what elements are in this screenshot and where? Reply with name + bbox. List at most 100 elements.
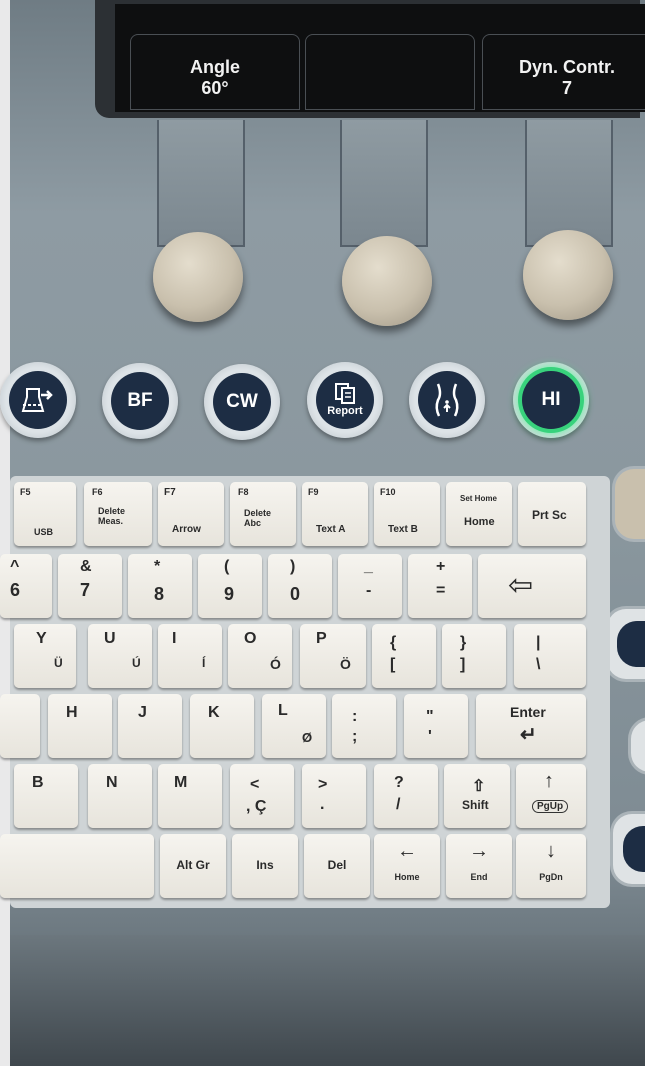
key-comma-label: , Ç xyxy=(246,798,267,815)
knob-slot-2 xyxy=(340,120,428,247)
key-slash[interactable]: ? / xyxy=(374,764,438,828)
key-f10-label: F10 xyxy=(380,487,396,497)
key-enter[interactable]: Enter ↵ xyxy=(476,694,586,758)
key-7-label: 7 xyxy=(80,580,91,600)
key-minus[interactable]: _ - xyxy=(338,554,402,618)
rotary-knob-dyn-contr[interactable] xyxy=(523,230,613,320)
key-h[interactable]: H xyxy=(48,694,112,758)
key-period-label: . xyxy=(320,796,325,813)
key-k[interactable]: K xyxy=(190,694,254,758)
key-pgdn-down[interactable]: ↓ PgDn xyxy=(516,834,586,898)
key-equals[interactable]: + = xyxy=(408,554,472,618)
trapezoid-arrow-icon xyxy=(9,371,67,429)
key-y-alt: Ü xyxy=(54,656,63,670)
key-right-bracket-label: ] xyxy=(460,656,466,673)
key-f9-text-a[interactable]: F9 Text A xyxy=(302,482,368,546)
key-f8-label: F8 xyxy=(238,487,249,497)
softkey-angle-value: 60° xyxy=(201,78,229,98)
key-b[interactable]: B xyxy=(14,764,78,828)
torso-icon xyxy=(418,371,476,429)
key-end-right[interactable]: → End xyxy=(446,834,512,898)
key-m[interactable]: M xyxy=(158,764,222,828)
key-shift[interactable]: ⇧ Shift xyxy=(444,764,510,828)
key-space[interactable] xyxy=(0,834,154,898)
key-semicolon[interactable]: : ; xyxy=(332,694,396,758)
key-p-label: P xyxy=(316,630,327,647)
right-edge-button-1[interactable] xyxy=(604,606,645,682)
right-edge-button-3[interactable] xyxy=(610,811,645,887)
key-period[interactable]: > . xyxy=(302,764,366,828)
display-screen: Angle 60° Dyn. Contr. 7 xyxy=(115,4,645,112)
key-backspace[interactable]: ⇦ xyxy=(478,554,586,618)
key-text-a-label: Text A xyxy=(316,524,346,535)
up-arrow-icon: ↑ xyxy=(544,770,554,792)
report-pages-icon xyxy=(335,383,355,404)
key-right-bracket[interactable]: } ] xyxy=(442,624,506,688)
key-f8-delete-abc[interactable]: F8 Delete Abc xyxy=(230,482,296,546)
key-set-home[interactable]: Set Home Home xyxy=(446,482,512,546)
key-j[interactable]: J xyxy=(118,694,182,758)
key-backslash[interactable]: | \ xyxy=(514,624,586,688)
key-f7-arrow[interactable]: F7 Arrow xyxy=(158,482,224,546)
key-i[interactable]: I Í xyxy=(158,624,222,688)
key-m-label: M xyxy=(174,774,188,791)
key-l-alt: Ø xyxy=(302,730,313,745)
report-button-face: Report xyxy=(316,371,374,429)
bf-button[interactable]: BF xyxy=(102,363,178,439)
cw-button[interactable]: CW xyxy=(204,364,280,440)
softkey-dyn-contr-value: 7 xyxy=(561,78,572,98)
key-colon: : xyxy=(352,708,358,725)
body-marker-button[interactable] xyxy=(409,362,485,438)
key-arrow-label: Arrow xyxy=(172,524,201,535)
right-edge-knob[interactable] xyxy=(612,466,645,542)
key-g[interactable] xyxy=(0,694,40,758)
key-0[interactable]: ) 0 xyxy=(268,554,332,618)
key-o-label: O xyxy=(244,630,257,647)
key-n[interactable]: N xyxy=(88,764,152,828)
key-y[interactable]: Y Ü xyxy=(14,624,76,688)
rotary-knob-middle[interactable] xyxy=(342,236,432,326)
key-7[interactable]: & 7 xyxy=(58,554,122,618)
key-6[interactable]: ^ 6 xyxy=(0,554,52,618)
key-ins[interactable]: Ins xyxy=(232,834,298,898)
key-f9-label: F9 xyxy=(308,487,319,497)
key-equals-shift: + xyxy=(436,558,446,575)
softkey-dyn-contr-label: Dyn. Contr. xyxy=(518,57,615,77)
softkey-dyn-contr[interactable]: Dyn. Contr. 7 xyxy=(482,34,645,110)
key-pgup[interactable]: ↑ PgUp xyxy=(516,764,586,828)
rotary-knob-angle[interactable] xyxy=(153,232,243,322)
key-9[interactable]: ( 9 xyxy=(198,554,262,618)
key-f5-usb[interactable]: F5 USB xyxy=(14,482,76,546)
key-comma[interactable]: < , Ç xyxy=(230,764,294,828)
key-del[interactable]: Del xyxy=(304,834,370,898)
softkey-angle[interactable]: Angle 60° xyxy=(130,34,300,110)
key-usb-label: USB xyxy=(34,527,54,537)
console-bottom-edge xyxy=(10,935,645,1066)
key-9-label: 9 xyxy=(224,584,235,604)
key-k-label: K xyxy=(208,704,220,721)
key-home-left[interactable]: ← Home xyxy=(374,834,440,898)
key-u[interactable]: U Ú xyxy=(88,624,152,688)
hi-button[interactable]: HI xyxy=(513,362,589,438)
trapezoid-mode-button[interactable] xyxy=(0,362,76,438)
key-9-shift: ( xyxy=(224,558,230,575)
key-u-alt: Ú xyxy=(132,656,141,670)
key-6-label: 6 xyxy=(10,580,21,600)
key-equals-label: = xyxy=(436,582,446,599)
softkey-empty[interactable] xyxy=(305,34,475,110)
key-quote[interactable]: " ' xyxy=(404,694,468,758)
key-p[interactable]: P Ö xyxy=(300,624,366,688)
key-prt-sc[interactable]: Prt Sc xyxy=(518,482,586,546)
key-8[interactable]: * 8 xyxy=(128,554,192,618)
report-button[interactable]: Report xyxy=(307,362,383,438)
key-alt-gr[interactable]: Alt Gr xyxy=(160,834,226,898)
key-o[interactable]: O Ó xyxy=(228,624,292,688)
key-l[interactable]: L Ø xyxy=(262,694,326,758)
key-n-label: N xyxy=(106,774,118,791)
key-set-home-label: Set Home xyxy=(460,494,497,503)
key-left-bracket[interactable]: { [ xyxy=(372,624,436,688)
key-f6-delete-meas[interactable]: F6 Delete Meas. xyxy=(84,482,152,546)
key-i-label: I xyxy=(172,630,177,647)
key-i-alt: Í xyxy=(202,656,206,670)
key-f10-text-b[interactable]: F10 Text B xyxy=(374,482,440,546)
